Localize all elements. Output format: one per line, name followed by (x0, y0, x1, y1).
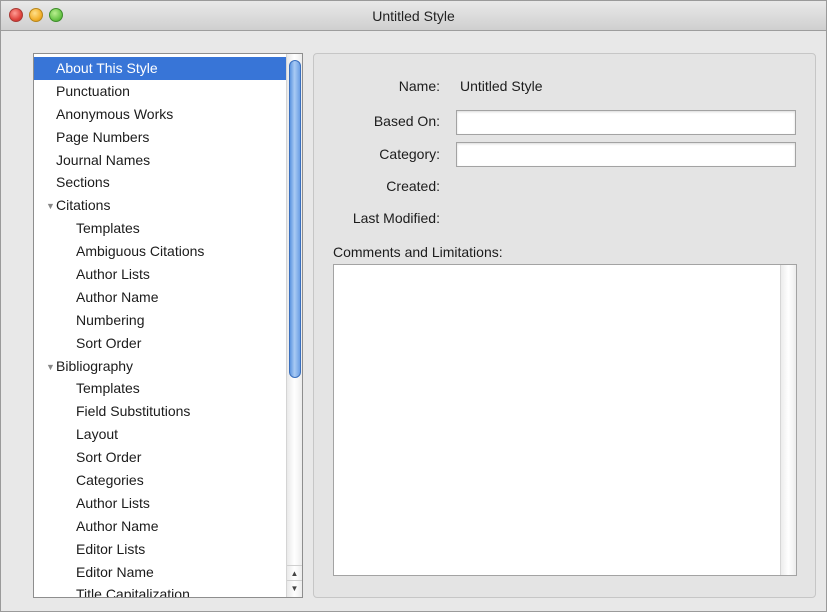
name-label: Name: (398, 78, 440, 94)
sidebar-item-ambiguous-citations[interactable]: Ambiguous Citations (34, 240, 287, 263)
title-bar[interactable]: Untitled Style (1, 1, 826, 31)
sidebar-item-label: Templates (76, 220, 140, 237)
sidebar-item-page-numbers[interactable]: Page Numbers (34, 126, 287, 149)
sidebar-item-label: Author Name (76, 517, 159, 534)
sidebar-item-label: Categories (76, 472, 144, 489)
sidebar-item-layout[interactable]: Layout (34, 423, 287, 446)
sidebar-item-editor-lists[interactable]: Editor Lists (34, 538, 287, 561)
sidebar-item-label: Sort Order (76, 449, 142, 466)
sidebar-item-about-this-style[interactable]: About This Style (34, 57, 287, 80)
sidebar-item-journal-names[interactable]: Journal Names (34, 149, 287, 172)
sidebar-item-label: Templates (76, 380, 140, 397)
sidebar-item-templates[interactable]: Templates (34, 377, 287, 400)
last-modified-label: Last Modified: (352, 210, 440, 226)
sidebar-item-bibliography[interactable]: ▼Bibliography (34, 355, 287, 378)
sidebar-scrollbar[interactable]: ▲ ▼ (286, 54, 302, 597)
sidebar-item-numbering[interactable]: Numbering (34, 309, 287, 332)
sidebar-item-categories[interactable]: Categories (34, 469, 287, 492)
sidebar-item-label: Ambiguous Citations (76, 243, 205, 260)
sidebar-item-sections[interactable]: Sections (34, 171, 287, 194)
comments-scrollbar[interactable] (780, 265, 796, 575)
comments-label: Comments and Limitations: (333, 244, 503, 260)
sidebar-item-label: Anonymous Works (56, 105, 174, 122)
category-field[interactable] (456, 142, 796, 167)
name-value: Untitled Style (460, 78, 543, 94)
sidebar-item-field-substitutions[interactable]: Field Substitutions (34, 400, 287, 423)
sidebar-item-label: Layout (76, 426, 119, 443)
sidebar-item-label: Journal Names (56, 151, 151, 168)
sidebar-item-templates[interactable]: Templates (34, 217, 287, 240)
sidebar-item-label: Sort Order (76, 334, 142, 351)
sidebar-item-label: Citations (56, 197, 111, 214)
disclosure-triangle-icon[interactable]: ▼ (46, 356, 56, 379)
created-label: Created: (386, 178, 440, 194)
based-on-field[interactable] (456, 110, 796, 135)
sidebar-item-label: Title Capitalization (76, 586, 190, 598)
sidebar-item-label: Page Numbers (56, 128, 150, 145)
sidebar-item-label: Numbering (76, 311, 145, 328)
sidebar-item-author-lists[interactable]: Author Lists (34, 492, 287, 515)
sections-tree: About This Style Punctuation Anonymous Wor… (34, 57, 287, 598)
sidebar-item-label: Author Name (76, 288, 159, 305)
sidebar-item-author-name[interactable]: Author Name (34, 286, 287, 309)
sidebar-item-editor-name[interactable]: Editor Name (34, 561, 287, 584)
scroll-down-arrow-icon[interactable]: ▼ (287, 580, 302, 595)
sidebar-item-title-capitalization[interactable]: Title Capitalization (34, 583, 287, 598)
sidebar-item-label: Author Lists (76, 494, 150, 511)
category-label: Category: (379, 146, 440, 162)
sidebar-item-sort-order[interactable]: Sort Order (34, 446, 287, 469)
sidebar-item-label: Bibliography (56, 357, 134, 374)
sidebar-item-author-lists[interactable]: Author Lists (34, 263, 287, 286)
style-editor-window: Untitled Style About This Style Punctuati… (0, 0, 827, 612)
sidebar-item-label: Editor Name (76, 563, 154, 580)
sidebar-item-label: Author Lists (76, 266, 150, 283)
sidebar-item-author-name[interactable]: Author Name (34, 515, 287, 538)
sidebar-item-label: Editor Lists (76, 540, 146, 557)
comments-textarea[interactable] (333, 264, 797, 576)
sidebar-item-label: Sections (56, 174, 110, 191)
sidebar-item-citations[interactable]: ▼Citations (34, 194, 287, 217)
sidebar-item-anonymous-works[interactable]: Anonymous Works (34, 103, 287, 126)
window-title: Untitled Style (372, 8, 455, 24)
sidebar-item-label: About This Style (56, 60, 158, 76)
sidebar-item-label: Punctuation (56, 82, 130, 99)
sidebar-item-label: Field Substitutions (76, 403, 191, 420)
sidebar-scroll-thumb[interactable] (289, 60, 301, 378)
about-style-panel: Name: Untitled Style Based On: Category:… (313, 53, 816, 598)
based-on-label: Based On: (373, 113, 440, 129)
sidebar-item-punctuation[interactable]: Punctuation (34, 80, 287, 103)
scroll-up-arrow-icon[interactable]: ▲ (287, 565, 302, 580)
sidebar-item-sort-order[interactable]: Sort Order (34, 332, 287, 355)
disclosure-triangle-icon[interactable]: ▼ (46, 195, 56, 218)
style-sections-list: About This Style Punctuation Anonymous Wor… (33, 53, 303, 598)
